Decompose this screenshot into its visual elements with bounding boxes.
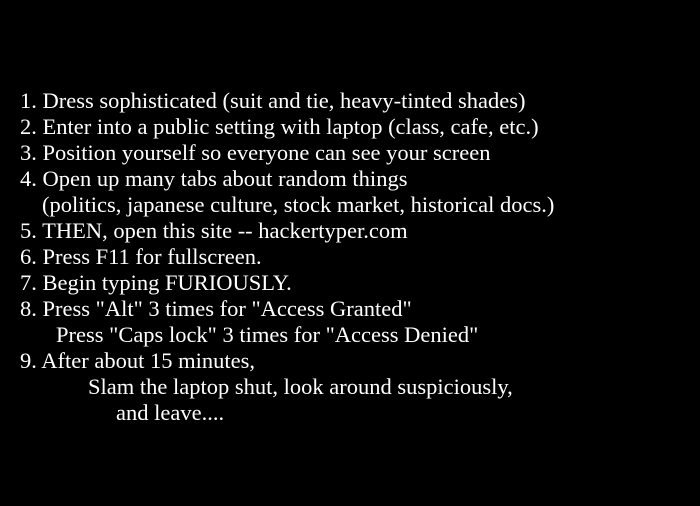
image-background: 1. Dress sophisticated (suit and tie, he…	[0, 0, 700, 506]
step-3-text: 3. Position yourself so everyone can see…	[20, 140, 491, 165]
step-8-text: 8. Press "Alt" 3 times for "Access Grant…	[20, 296, 412, 321]
step-2-text: 2. Enter into a public setting with lapt…	[20, 114, 539, 139]
step-9-continuation-1: Slam the laptop shut, look around suspic…	[88, 374, 513, 399]
step-9-text: 9. After about 15 minutes,	[20, 348, 255, 373]
step-1-text: 1. Dress sophisticated (suit and tie, he…	[20, 88, 526, 113]
instruction-list: 1. Dress sophisticated (suit and tie, he…	[20, 88, 692, 426]
step-4-continuation: (politics, japanese culture, stock marke…	[42, 192, 555, 217]
step-8-continuation: Press "Caps lock" 3 times for "Access De…	[56, 322, 479, 347]
step-7-text: 7. Begin typing FURIOUSLY.	[20, 270, 292, 295]
step-4-text: 4. Open up many tabs about random things	[20, 166, 408, 191]
step-9-continuation-2: and leave....	[116, 400, 225, 425]
step-6-text: 6. Press F11 for fullscreen.	[20, 244, 262, 269]
step-5-text: 5. THEN, open this site -- hackertyper.c…	[20, 218, 408, 243]
